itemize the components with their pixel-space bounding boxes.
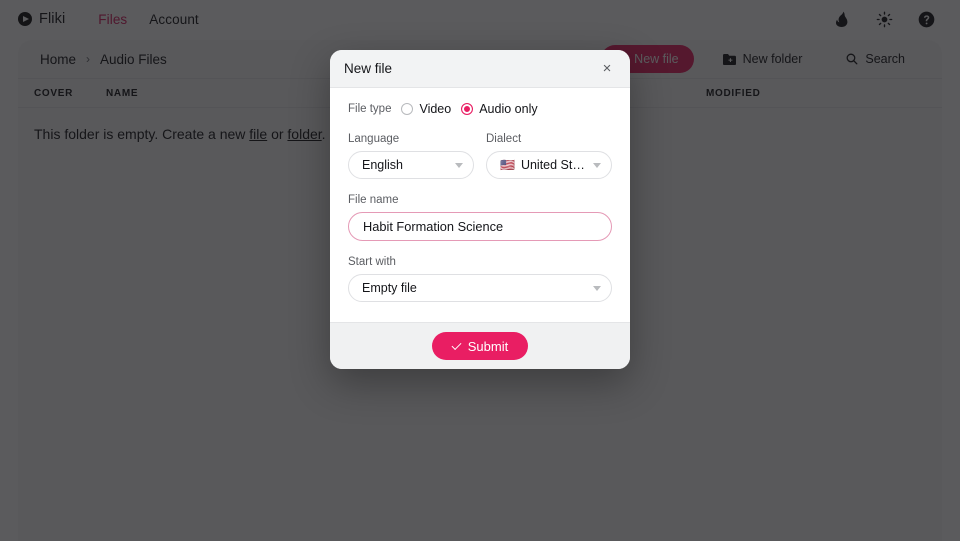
submit-button[interactable]: Submit [431,332,529,360]
start-with-select[interactable]: Empty file [348,274,612,302]
start-with-value: Empty file [362,281,417,295]
submit-label: Submit [467,338,509,354]
dialect-value: United States [520,158,587,172]
file-type-row: File type Video Audio only [348,102,612,116]
language-value: English [362,158,403,172]
file-name-field: File name [348,194,612,241]
dialect-select[interactable]: 🇺🇸 United States [486,151,612,179]
radio-option-audio-only[interactable]: Audio only [461,102,538,116]
check-icon [451,339,462,350]
chevron-down-icon [455,162,463,168]
close-icon[interactable]: × [598,60,616,78]
dialect-field: Dialect 🇺🇸 United States [486,133,612,179]
radio-video-label: Video [419,102,452,116]
dialog-body: File type Video Audio only Language Engl… [330,88,630,322]
start-with-label: Start with [348,256,396,268]
dialog-header: New file × [330,50,630,88]
radio-audio-only-label: Audio only [479,102,538,116]
us-flag-icon: 🇺🇸 [500,158,515,172]
radio-video-indicator [401,103,414,115]
language-label: Language [348,133,400,145]
new-file-dialog: New file × File type Video Audio only La… [330,50,630,369]
file-name-label: File name [348,194,399,206]
dialog-footer: Submit [330,322,630,369]
radio-option-video[interactable]: Video [401,102,451,116]
language-dialect-row: Language English Dialect 🇺🇸 United State… [348,133,612,179]
file-type-label: File type [348,103,392,115]
chevron-down-icon [593,162,601,168]
dialog-title: New file [344,61,393,76]
dialect-label: Dialect [486,133,522,145]
start-with-field: Start with Empty file [348,256,612,302]
file-name-input[interactable] [348,212,612,241]
radio-audio-only-indicator [461,103,474,115]
chevron-down-icon [593,285,601,291]
language-field: Language English [348,133,474,179]
language-select[interactable]: English [348,151,474,179]
